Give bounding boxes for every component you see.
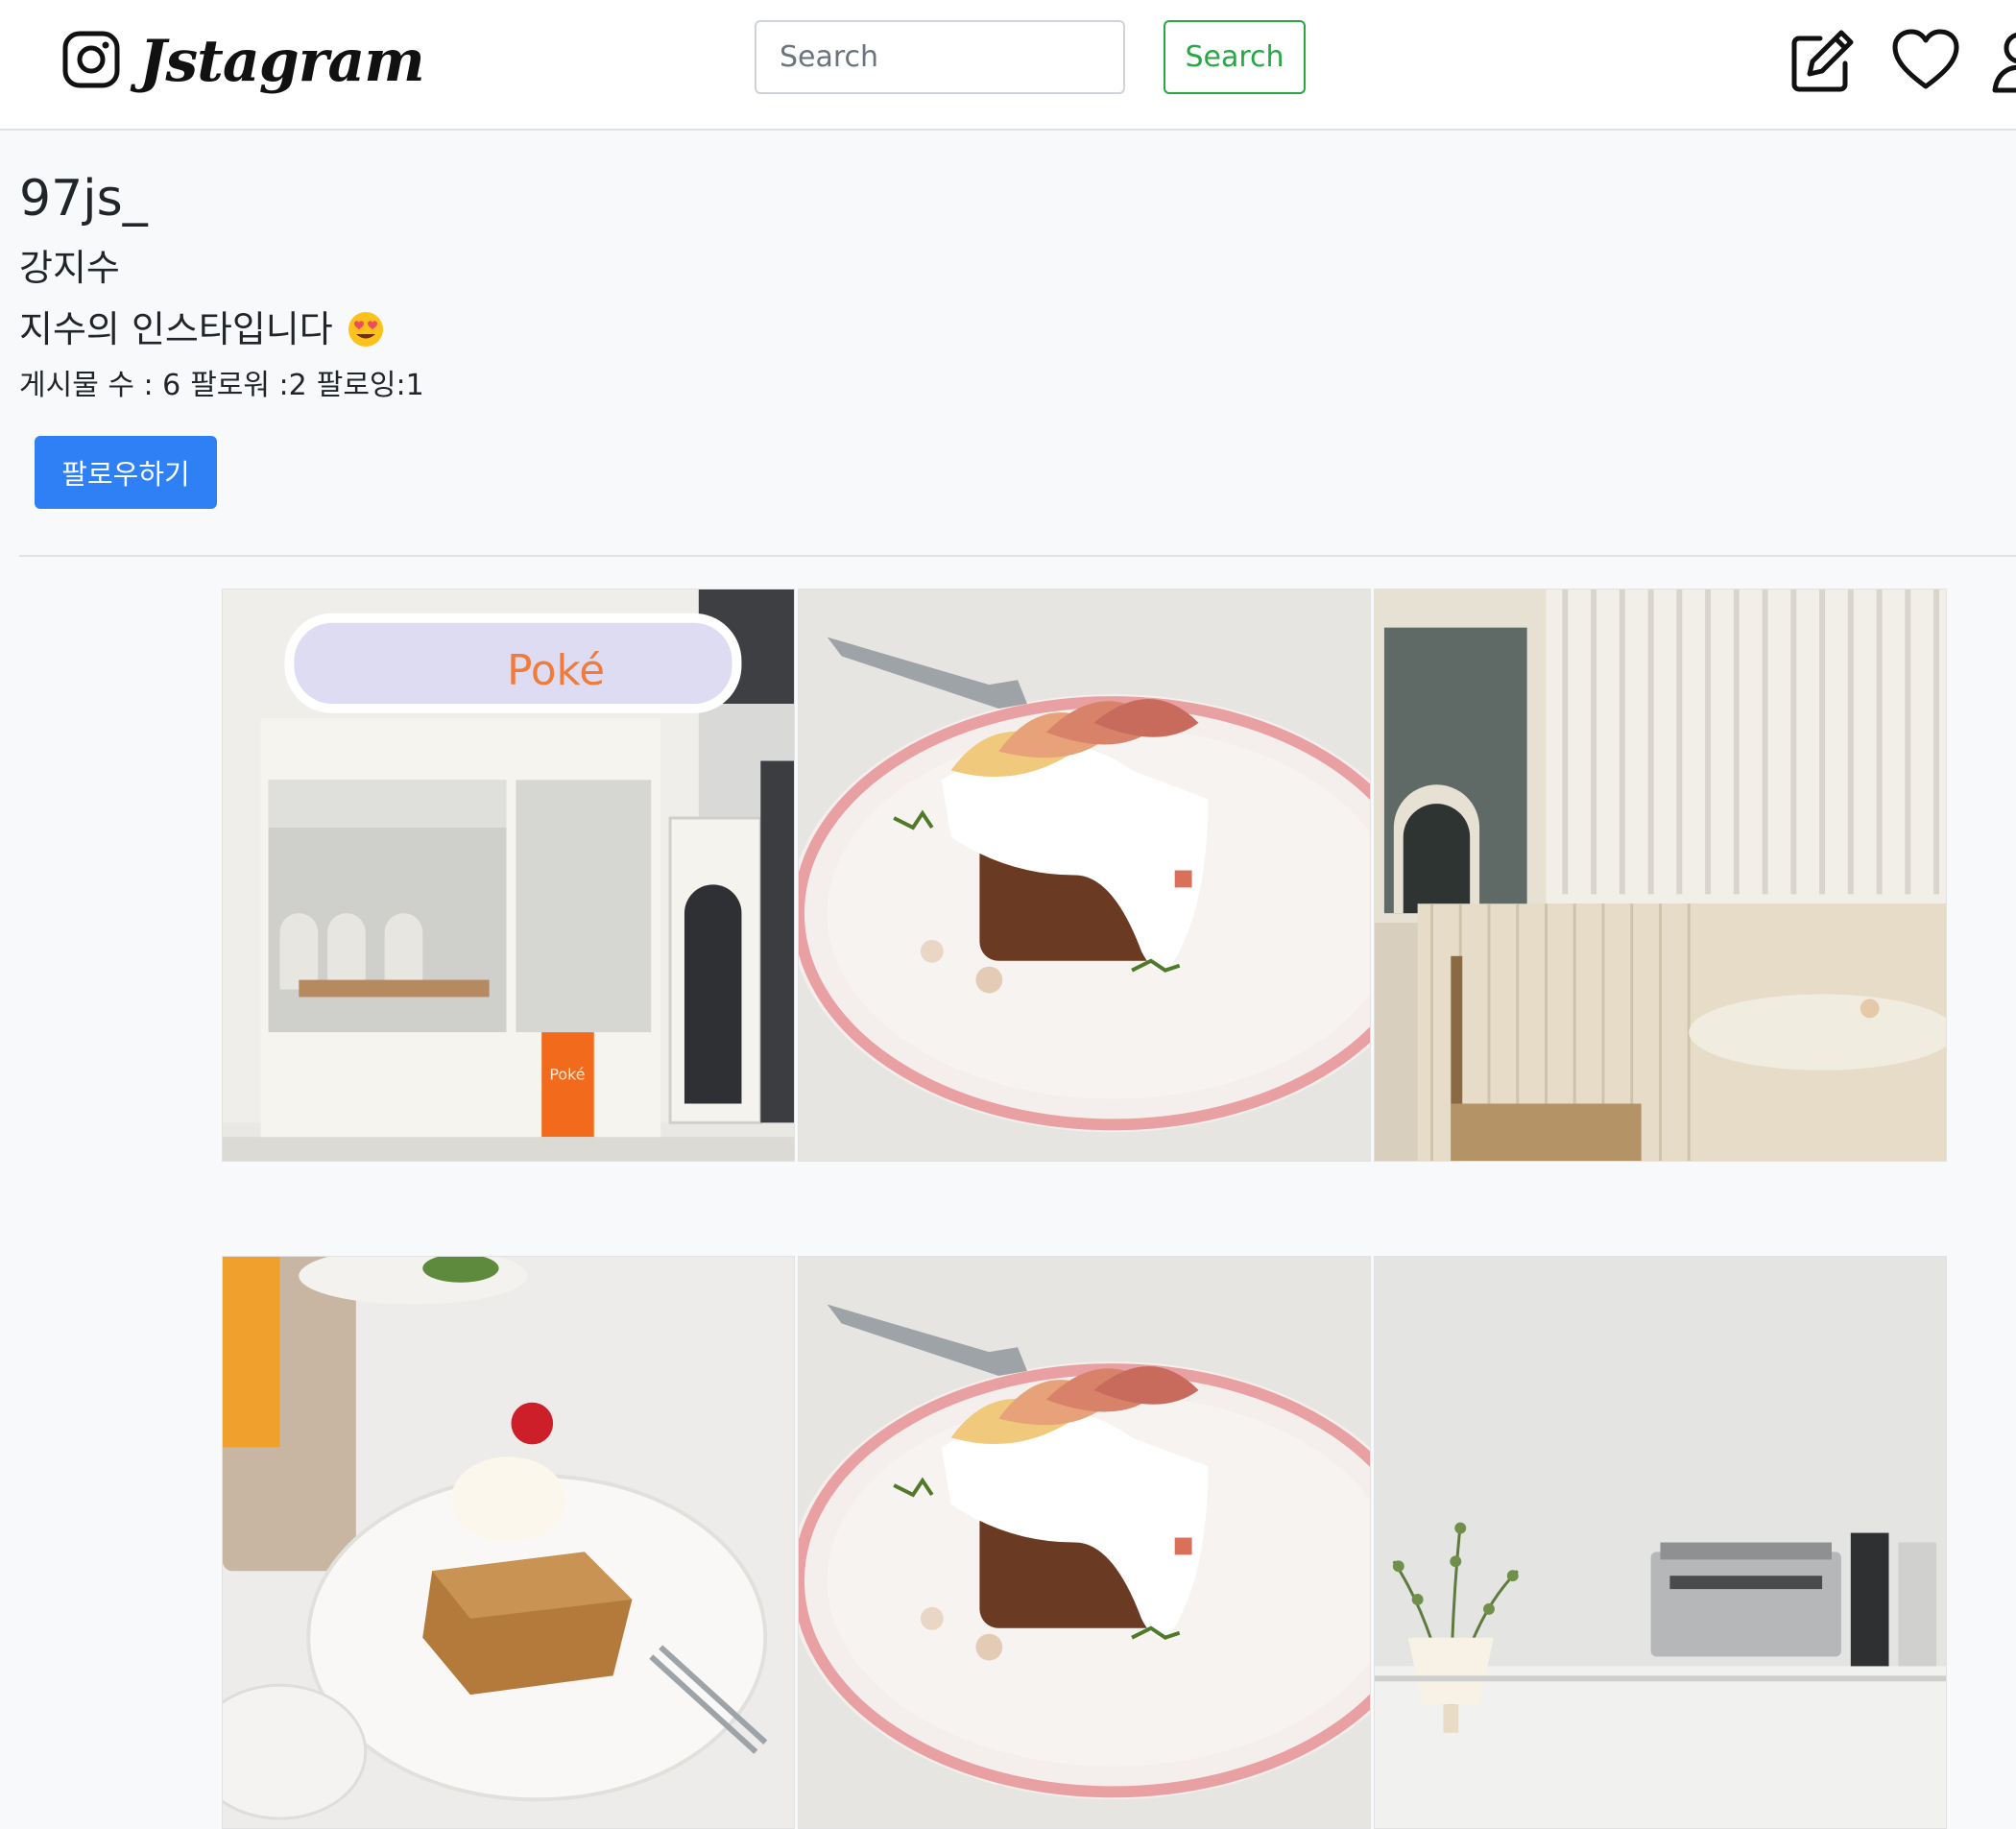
pencil-square-icon[interactable] bbox=[1788, 27, 1857, 96]
post-thumbnail[interactable] bbox=[1374, 1256, 1947, 1829]
crumble-dessert-image bbox=[223, 1257, 794, 1828]
post-thumbnail[interactable] bbox=[798, 589, 1371, 1162]
dessert-plate-image bbox=[799, 590, 1370, 1161]
profile-bio: 지수의 인스타입니다 bbox=[19, 303, 385, 355]
brand-name[interactable]: Jstagram bbox=[139, 21, 425, 102]
storefront-image: Poké Poké bbox=[223, 590, 794, 1161]
search-button[interactable]: Search bbox=[1164, 20, 1306, 94]
profile-name: 강지수 bbox=[19, 247, 120, 289]
profile-bio-text: 지수의 인스타입니다 bbox=[19, 308, 333, 350]
top-navbar: Jstagram Search bbox=[0, 0, 2016, 131]
post-thumbnail[interactable]: Poké Poké bbox=[222, 589, 795, 1162]
heart-eyes-emoji-icon bbox=[347, 310, 385, 349]
poke-sign-text: Poké bbox=[507, 647, 605, 695]
search-input[interactable] bbox=[755, 20, 1125, 94]
following-count[interactable]: 팔로잉:1 bbox=[317, 365, 424, 407]
follower-count[interactable]: 팔로워 :2 bbox=[190, 365, 307, 407]
heart-icon[interactable] bbox=[1891, 27, 1960, 96]
instagram-icon[interactable] bbox=[61, 30, 121, 89]
profile-username: 97js_ bbox=[19, 170, 148, 228]
person-icon[interactable] bbox=[1991, 27, 2016, 96]
profile-stats: 게시물 수 : 6 팔로워 :2 팔로잉:1 bbox=[19, 365, 434, 407]
cafe-interior-image bbox=[1375, 590, 1946, 1161]
cafe-counter-image bbox=[1375, 1257, 1946, 1828]
follow-button[interactable]: 팔로우하기 bbox=[35, 436, 217, 509]
post-thumbnail[interactable] bbox=[222, 1256, 795, 1829]
poke-board-text: Poké bbox=[549, 1066, 585, 1084]
post-thumbnail[interactable] bbox=[1374, 589, 1947, 1162]
post-count: 게시물 수 : 6 bbox=[19, 369, 181, 402]
post-thumbnail[interactable] bbox=[798, 1256, 1371, 1829]
profile-divider bbox=[19, 555, 2016, 557]
dessert-plate-image bbox=[799, 1257, 1370, 1828]
